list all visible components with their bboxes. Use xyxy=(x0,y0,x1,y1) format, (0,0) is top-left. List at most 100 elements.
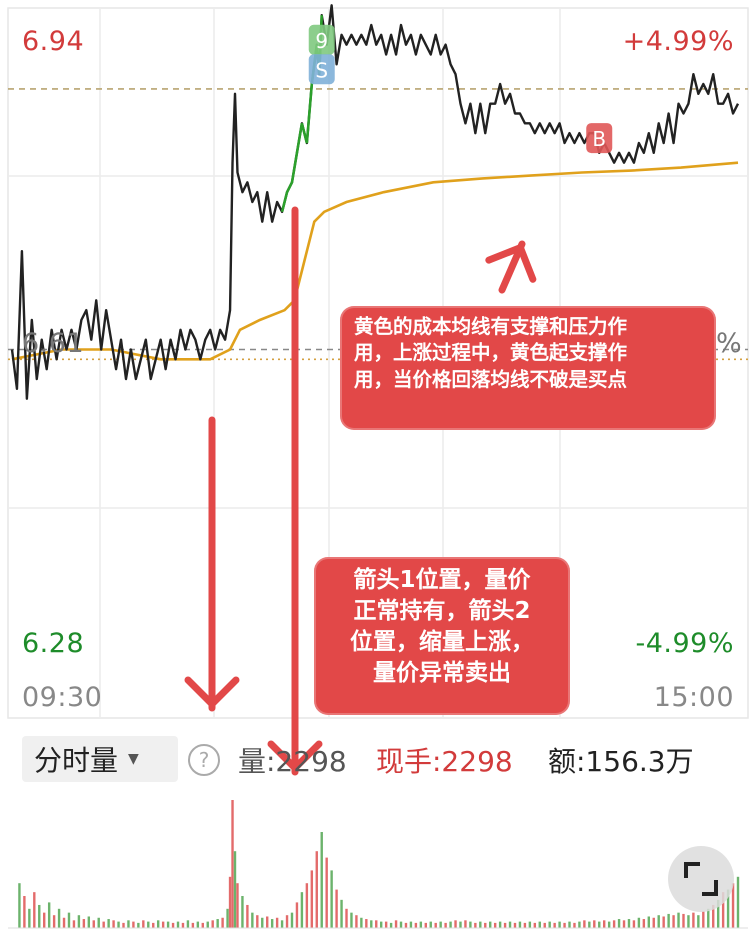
volume-bar xyxy=(479,921,482,928)
current-hand-stat: 现手:2298 xyxy=(376,745,513,778)
callout-bottom-line-1: 箭头1位置，量价 xyxy=(353,567,531,593)
volume-bar xyxy=(573,922,576,928)
volume-bar xyxy=(246,904,249,928)
volume-bar xyxy=(444,922,447,928)
volume-bar xyxy=(627,919,631,928)
volume-bar xyxy=(454,920,457,928)
question-circle-icon[interactable]: ? xyxy=(188,744,220,776)
time-axis-start-label: 09:30 xyxy=(22,682,103,713)
volume-bar xyxy=(290,912,294,928)
amount-stat: 额:156.3万 xyxy=(548,745,694,778)
volume-bar xyxy=(236,883,239,928)
volume-bar xyxy=(23,896,26,928)
volume-bar xyxy=(67,912,71,928)
volume-bar xyxy=(295,902,299,928)
volume-bar xyxy=(498,921,502,928)
expand-button[interactable] xyxy=(668,846,734,912)
volume-bar xyxy=(464,920,467,928)
volume-bar xyxy=(345,908,348,928)
volume-bar xyxy=(736,876,740,928)
callout-bottom-line-2: 正常持有，箭头2 xyxy=(353,598,531,625)
volume-bar xyxy=(117,921,120,928)
volume-bar xyxy=(384,921,388,928)
callout-top-line-1: 黄色的成本均线有支撑和压力作 xyxy=(354,315,628,338)
volume-bar xyxy=(52,915,56,928)
volume-bar xyxy=(152,922,155,928)
volume-bar xyxy=(330,870,333,928)
volume-bar xyxy=(439,921,442,928)
expand-icon xyxy=(684,862,718,896)
volume-bar xyxy=(677,912,680,928)
volume-bar xyxy=(18,883,21,928)
price-axis-bottom-label: 6.28 xyxy=(22,628,85,659)
volume-bar xyxy=(350,912,353,928)
chevron-down-icon: ▼ xyxy=(128,751,139,767)
volume-bar xyxy=(379,921,383,928)
volume-bar xyxy=(434,922,437,928)
volume-bar xyxy=(171,922,175,928)
volume-bar xyxy=(201,922,204,928)
volume-type-label: 分时量 xyxy=(34,744,119,777)
volume-bar xyxy=(221,917,224,928)
volume-bar xyxy=(181,922,185,928)
volume-bar xyxy=(47,902,51,928)
volume-bar xyxy=(528,921,532,928)
volume-bar xyxy=(33,892,36,928)
volume-bar xyxy=(672,915,675,928)
volume-bar xyxy=(469,921,472,928)
volume-type-select[interactable]: 分时量 ▼ xyxy=(22,736,178,782)
volume-bar xyxy=(598,921,601,928)
volume-bar xyxy=(449,921,452,928)
percent-axis-bottom-label: -4.99% xyxy=(635,628,734,659)
cost-average-callout: 黄色的成本均线有支撑和压力作 用，上涨过程中，黄色起支撑作 用，当价格回落均线不… xyxy=(340,306,716,430)
volume-bar xyxy=(429,921,432,928)
volume-bar xyxy=(662,916,665,928)
volume-bar xyxy=(697,915,700,928)
volume-bar xyxy=(251,912,254,928)
signal-9-marker-label: 9 xyxy=(315,29,328,53)
volume-bar xyxy=(484,922,487,928)
volume-bar xyxy=(360,917,363,928)
volume-bar xyxy=(692,912,695,928)
volume-bar xyxy=(233,851,237,928)
volume-bar xyxy=(508,921,512,928)
volume-bar xyxy=(558,921,561,928)
volume-bar xyxy=(156,920,160,928)
volume-bar xyxy=(375,920,378,928)
volume-bar xyxy=(122,922,125,928)
volume-bar xyxy=(647,916,650,928)
volume-bar xyxy=(687,915,690,928)
volume-bar xyxy=(266,916,269,928)
percent-axis-mid-label: % xyxy=(716,328,743,359)
volume-bar xyxy=(62,917,66,928)
volume-bar xyxy=(459,921,462,928)
volume-bar xyxy=(370,920,373,928)
volume-bar xyxy=(637,917,641,928)
volume-bar xyxy=(365,919,368,928)
volume-bar xyxy=(583,920,586,928)
volume-bar xyxy=(588,921,591,928)
volume-bar xyxy=(216,919,219,928)
volume-stat: 量:2298 xyxy=(238,745,347,778)
volume-bar xyxy=(107,919,110,928)
volume-bar xyxy=(399,921,403,928)
time-axis-end-label: 15:00 xyxy=(653,682,734,713)
price-axis-mid-label: 6.61 xyxy=(22,328,85,359)
volume-bar xyxy=(394,920,398,928)
volume-bar xyxy=(231,800,234,928)
volume-bar xyxy=(275,917,279,928)
volume-bar xyxy=(92,920,95,928)
volume-bar xyxy=(320,832,323,928)
volume-bar xyxy=(474,922,477,928)
volume-bar xyxy=(335,889,338,928)
volume-bar xyxy=(241,896,244,928)
volume-bar xyxy=(87,916,91,928)
volume-bar xyxy=(196,921,200,928)
volume-bar xyxy=(632,920,636,928)
price-chart: 9 S B xyxy=(7,4,749,929)
volume-bar xyxy=(300,892,304,928)
volume-bar xyxy=(43,912,46,928)
volume-bar xyxy=(389,922,393,928)
volume-bar xyxy=(578,921,581,928)
volume-bar xyxy=(409,921,413,928)
